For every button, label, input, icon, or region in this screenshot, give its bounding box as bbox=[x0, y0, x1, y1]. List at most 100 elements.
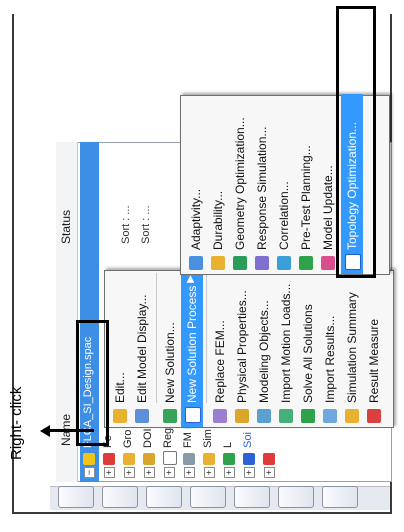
menu-item-new-solution[interactable]: New Solution... bbox=[159, 269, 181, 427]
menu-item-import-motion-loads[interactable]: Import Motion Loads... bbox=[275, 269, 297, 427]
solution-process-icon bbox=[185, 407, 201, 423]
edit-icon bbox=[113, 409, 127, 423]
motion-icon bbox=[279, 409, 293, 423]
menu-item-label: Solve All Solutions bbox=[301, 304, 315, 403]
tree-row-label: Gro bbox=[122, 429, 134, 448]
solution-icon bbox=[243, 453, 255, 465]
expand-icon[interactable]: + bbox=[244, 467, 255, 478]
pretest-icon bbox=[299, 256, 313, 270]
submenu-item-adaptivity[interactable]: Adaptivity... bbox=[185, 94, 207, 274]
expand-icon[interactable]: + bbox=[184, 467, 195, 478]
menu-item-label: Import Results... bbox=[323, 315, 337, 403]
submenu-item-pre-test-planning[interactable]: Pre-Test Planning... bbox=[295, 94, 317, 274]
annotation-arrow bbox=[46, 429, 94, 432]
menu-item-label: New Solution Process bbox=[185, 285, 199, 403]
import-icon bbox=[323, 409, 337, 423]
menu-item-label: Result Measure bbox=[367, 318, 381, 403]
menu-item-label: Pre-Test Planning... bbox=[299, 145, 313, 250]
folder-icon bbox=[83, 453, 95, 465]
menu-item-physical-properties[interactable]: Physical Properties... bbox=[231, 269, 253, 427]
submenu-arrow-icon: ▶ bbox=[185, 275, 196, 283]
adaptivity-icon bbox=[189, 256, 203, 270]
submenu-item-geometry-optimization[interactable]: Geometry Optimization... bbox=[229, 94, 251, 274]
measure-icon bbox=[367, 409, 381, 423]
model-update-icon bbox=[321, 256, 335, 270]
region-icon bbox=[163, 451, 177, 465]
tree-row-label: DOI bbox=[142, 428, 154, 448]
expand-icon[interactable]: + bbox=[124, 467, 135, 478]
group-icon bbox=[123, 453, 135, 465]
display-icon bbox=[135, 409, 149, 423]
toolbar-button-6[interactable] bbox=[278, 486, 314, 508]
menu-item-label: Model Update... bbox=[321, 165, 335, 250]
submenu-item-correlation[interactable]: Correlation... bbox=[273, 94, 295, 274]
column-header-status[interactable]: Status bbox=[59, 210, 73, 244]
expand-icon[interactable]: + bbox=[224, 467, 235, 478]
new-solution-icon bbox=[163, 409, 177, 423]
expand-icon[interactable]: + bbox=[104, 467, 115, 478]
expand-icon[interactable]: + bbox=[144, 467, 155, 478]
toolbar-button-4[interactable] bbox=[190, 486, 226, 508]
summary-icon bbox=[345, 409, 359, 423]
menu-item-label: Simulation Summary bbox=[345, 292, 359, 403]
annotation-label: Right- click bbox=[8, 386, 25, 460]
toolbar-button-3[interactable] bbox=[146, 486, 182, 508]
menu-item-import-results[interactable]: Import Results... bbox=[319, 269, 341, 427]
menu-item-label: Correlation... bbox=[277, 181, 291, 250]
sim-icon bbox=[203, 453, 215, 465]
response-icon bbox=[255, 256, 269, 270]
load-icon bbox=[223, 453, 235, 465]
menu-item-label: Physical Properties... bbox=[235, 290, 249, 403]
menu-item-new-solution-process[interactable]: New Solution Process ▶ bbox=[181, 269, 203, 427]
menu-item-label: Adaptivity... bbox=[189, 188, 203, 250]
sort-label: Sort : ... bbox=[120, 205, 132, 244]
fem-file-icon bbox=[183, 453, 195, 465]
replace-icon bbox=[213, 409, 227, 423]
fem-icon bbox=[103, 453, 115, 465]
rotated-screenshot: Name Status − FLCA_SI_Design.spac + Fe +… bbox=[0, 0, 404, 532]
menu-item-label: New Solution... bbox=[163, 322, 177, 403]
expand-icon[interactable]: + bbox=[204, 467, 215, 478]
expand-icon[interactable]: − bbox=[84, 467, 95, 478]
toolbar-button-2[interactable] bbox=[102, 486, 138, 508]
physical-icon bbox=[235, 409, 249, 423]
toolbar-button-5[interactable] bbox=[234, 486, 270, 508]
highlight-box-topology-optimization bbox=[336, 6, 376, 278]
menu-item-solve-all-solutions[interactable]: Solve All Solutions bbox=[297, 269, 319, 427]
expand-icon[interactable]: + bbox=[264, 467, 275, 478]
menu-item-label: Response Simulation... bbox=[255, 126, 269, 250]
menu-item-simulation-summary[interactable]: Simulation Summary bbox=[341, 269, 363, 427]
menu-item-label: Geometry Optimization... bbox=[233, 117, 247, 250]
doi-icon bbox=[143, 453, 155, 465]
toolbar-button-1[interactable] bbox=[58, 486, 94, 508]
sort-label: Sort : ... bbox=[140, 205, 152, 244]
menu-item-label: Edit Model Display... bbox=[135, 294, 149, 404]
highlight-box-selected-row bbox=[76, 320, 109, 446]
menu-item-replace-fem[interactable]: Replace FEM... bbox=[209, 269, 231, 427]
tree-row-label: Soi bbox=[242, 432, 254, 448]
menu-item-label: Import Motion Loads... bbox=[279, 283, 293, 403]
menu-item-label: Modeling Objects... bbox=[257, 300, 271, 403]
menu-item-edit[interactable]: Edit... bbox=[109, 269, 131, 427]
solve-icon bbox=[301, 409, 315, 423]
tree-row-label: L bbox=[222, 441, 234, 448]
toolbar-strip bbox=[50, 486, 390, 510]
expand-icon[interactable]: + bbox=[164, 467, 175, 478]
modeling-icon bbox=[257, 409, 271, 423]
menu-item-label: Replace FEM... bbox=[213, 320, 227, 403]
menu-separator bbox=[156, 273, 157, 403]
menu-item-result-measure[interactable]: Result Measure bbox=[363, 269, 385, 427]
menu-item-edit-model-display[interactable]: Edit Model Display... bbox=[131, 269, 153, 427]
annotation-arrowhead-icon bbox=[40, 425, 50, 437]
context-menu: Edit... Edit Model Display... New Soluti… bbox=[104, 269, 394, 428]
durability-icon bbox=[211, 256, 225, 270]
tree-row-label: Reg bbox=[162, 427, 174, 448]
result-icon bbox=[263, 453, 275, 465]
toolbar-button-7[interactable] bbox=[322, 486, 358, 508]
menu-item-label: Durability... bbox=[211, 190, 225, 250]
submenu-item-response-simulation[interactable]: Response Simulation... bbox=[251, 94, 273, 274]
menu-item-label: Edit... bbox=[113, 372, 127, 403]
submenu-item-durability[interactable]: Durability... bbox=[207, 94, 229, 274]
menu-item-modeling-objects[interactable]: Modeling Objects... bbox=[253, 269, 275, 427]
tree-row-label: Sim bbox=[202, 429, 214, 448]
